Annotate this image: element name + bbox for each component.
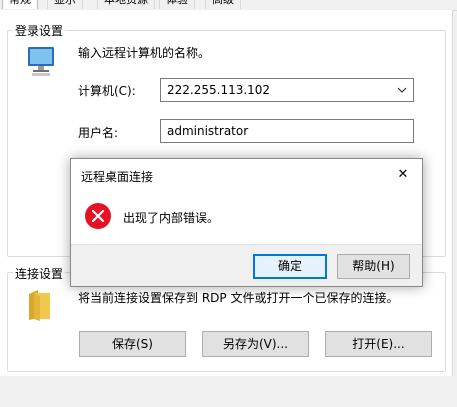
save-button[interactable]: 保存(S): [79, 331, 186, 357]
close-icon[interactable]: ✕: [390, 162, 416, 188]
dialog-title: 远程桌面连接: [81, 170, 154, 184]
error-message: 出现了内部错误。: [123, 211, 220, 225]
error-dialog: 远程桌面连接 ✕ 出现了内部错误。 确定 帮助(H): [70, 158, 423, 287]
username-value: administrator: [167, 124, 249, 138]
computer-value: 222.255.113.102: [167, 83, 271, 97]
tab-experience[interactable]: 体验: [159, 0, 195, 9]
tab-advanced[interactable]: 高级: [205, 0, 241, 9]
computer-icon: [24, 44, 58, 78]
tab-display[interactable]: 显示: [47, 0, 83, 9]
login-settings-title: 登录设置: [13, 22, 66, 39]
username-label: 用户名:: [78, 126, 119, 140]
computer-label: 计算机(C):: [78, 84, 136, 98]
username-field[interactable]: administrator: [160, 119, 414, 143]
tab-local-resources[interactable]: 本地资源: [97, 0, 155, 9]
chevron-down-icon[interactable]: [397, 79, 407, 108]
save-as-button[interactable]: 另存为(V)...: [202, 331, 309, 357]
computer-combobox[interactable]: 222.255.113.102: [160, 78, 414, 102]
dialog-footer: 确定 帮助(H): [71, 244, 422, 286]
dialog-body: 出现了内部错误。: [71, 191, 422, 244]
help-button[interactable]: 帮助(H): [337, 254, 410, 279]
connection-description: 将当前连接设置保存到 RDP 文件或打开一个已保存的连接。: [78, 291, 399, 305]
connection-settings-group: [7, 272, 446, 372]
connection-settings-title: 连接设置: [13, 265, 66, 282]
folder-icon: [26, 288, 54, 322]
ok-button[interactable]: 确定: [253, 254, 327, 279]
login-prompt: 输入远程计算机的名称。: [78, 46, 211, 60]
open-button[interactable]: 打开(E)...: [325, 331, 432, 357]
error-icon: [84, 202, 112, 230]
tab-general[interactable]: 常规: [2, 0, 38, 9]
dialog-title-bar: 远程桌面连接 ✕: [71, 159, 422, 191]
